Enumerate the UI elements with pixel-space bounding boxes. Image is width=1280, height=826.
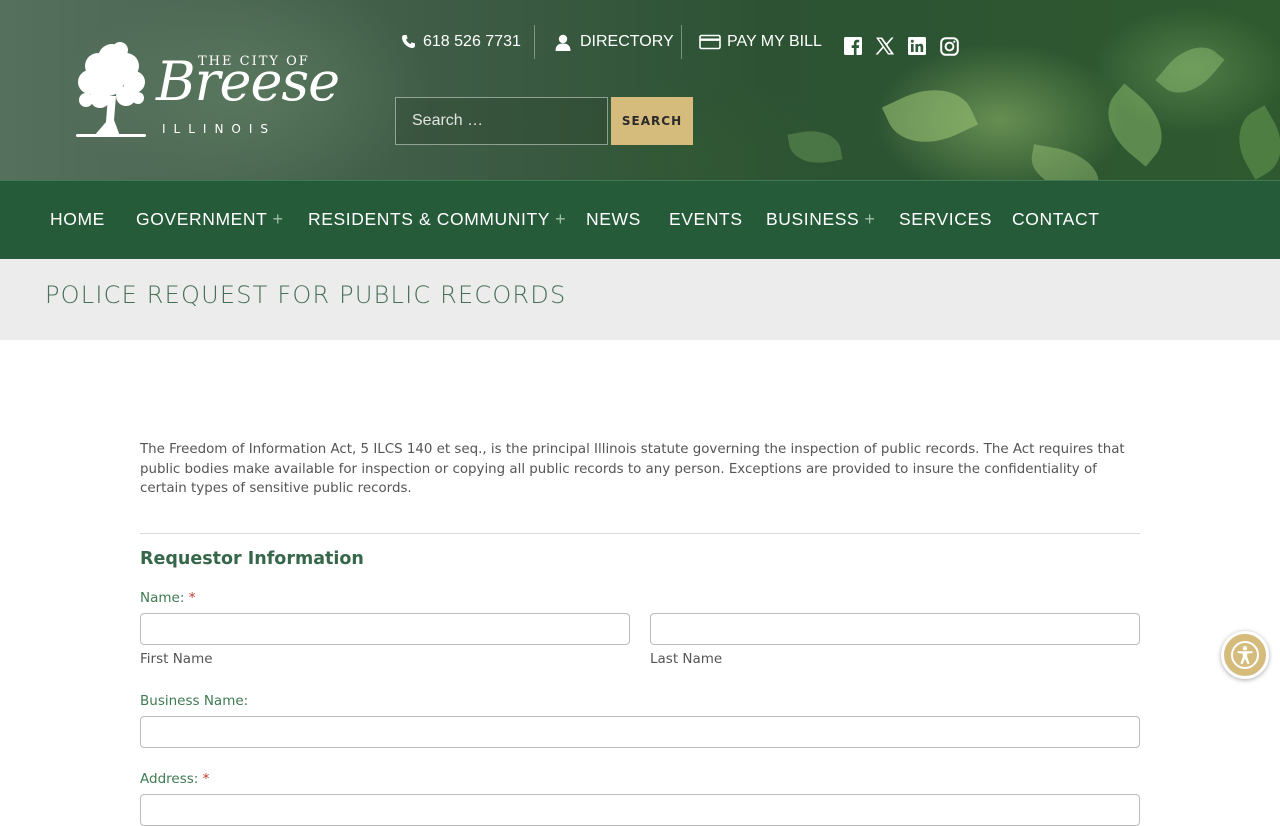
utility-divider [681, 25, 682, 59]
credit-card-icon [699, 32, 721, 52]
address-label: Address: * [140, 771, 209, 787]
nav-item-contact[interactable]: CONTACT [1012, 209, 1099, 230]
intro-paragraph: The Freedom of Information Act, 5 ILCS 1… [140, 442, 1125, 496]
site-header: THE CITY OF Breese ILLINOIS 618 526 7731… [0, 0, 1280, 180]
nav-item-business[interactable]: BUSINESS + [766, 209, 875, 230]
business-name-label-text: Business Name: [140, 693, 249, 709]
leaf-decoration [1092, 83, 1178, 167]
phone-icon [399, 32, 419, 52]
phone-number: 618 526 7731 [423, 33, 521, 50]
required-marker: * [188, 590, 196, 606]
address-label-text: Address: [140, 771, 199, 787]
facebook-icon[interactable] [843, 36, 863, 56]
accessibility-icon [1231, 641, 1259, 669]
nav-item-home[interactable]: HOME [50, 209, 105, 230]
business-name-label: Business Name: [140, 693, 248, 709]
x-icon[interactable] [875, 36, 895, 56]
submenu-plus-icon[interactable]: + [864, 209, 875, 229]
business-name-input[interactable] [140, 716, 1140, 748]
nav-item-label: NEWS [586, 209, 641, 229]
last-name-sublabel: Last Name [650, 651, 723, 667]
search-input[interactable] [395, 97, 608, 145]
nav-item-label: RESIDENTS & COMMUNITY [308, 209, 551, 229]
nav-item-residents-community[interactable]: RESIDENTS & COMMUNITY + [308, 209, 566, 230]
main-navigation: HOME GOVERNMENT + RESIDENTS & COMMUNITY + … [0, 180, 1280, 259]
nav-item-events[interactable]: EVENTS [669, 209, 743, 230]
required-marker: * [202, 771, 210, 787]
tree-logo-icon [76, 42, 146, 137]
submenu-plus-icon[interactable]: + [555, 209, 566, 229]
address-input[interactable] [140, 794, 1140, 826]
search-form: SEARCH [395, 97, 693, 145]
page-title-band: POLICE REQUEST FOR PUBLIC RECORDS [0, 259, 1280, 340]
nav-item-news[interactable]: NEWS [586, 209, 641, 230]
utility-divider [534, 25, 535, 59]
name-label-text: Name: [140, 590, 185, 606]
leaf-decoration [787, 125, 843, 169]
nav-item-services[interactable]: SERVICES [899, 209, 992, 230]
nav-item-label: BUSINESS [766, 209, 860, 229]
nav-item-government[interactable]: GOVERNMENT + [136, 209, 284, 230]
submenu-plus-icon[interactable]: + [272, 209, 283, 229]
section-title-requestor: Requestor Information [140, 549, 364, 569]
pay-bill-label: PAY MY BILL [727, 33, 822, 50]
nav-item-label: SERVICES [899, 209, 992, 229]
section-divider [140, 533, 1140, 534]
accessibility-button[interactable] [1221, 631, 1269, 679]
leaf-decoration [881, 73, 979, 159]
city-logo[interactable]: THE CITY OF Breese ILLINOIS [72, 36, 340, 140]
logo-state-text: ILLINOIS [162, 122, 277, 136]
nav-item-label: CONTACT [1012, 209, 1100, 229]
name-label: Name: * [140, 590, 195, 606]
phone-link[interactable]: 618 526 7731 [399, 24, 521, 60]
last-name-input[interactable] [650, 613, 1140, 645]
instagram-icon[interactable] [939, 36, 959, 56]
search-button[interactable]: SEARCH [611, 97, 693, 145]
pay-bill-link[interactable]: PAY MY BILL [699, 24, 822, 60]
leaf-decoration [1225, 105, 1280, 180]
leaf-decoration [1027, 144, 1103, 180]
nav-item-label: GOVERNMENT [136, 209, 268, 229]
first-name-sublabel: First Name [140, 651, 213, 667]
directory-label: DIRECTORY [580, 33, 674, 50]
directory-link[interactable]: DIRECTORY [553, 24, 674, 60]
leaf-decoration [1155, 34, 1225, 106]
logo-city-name: Breese [156, 50, 340, 113]
nav-item-label: EVENTS [669, 209, 743, 229]
nav-item-label: HOME [50, 209, 105, 229]
first-name-input[interactable] [140, 613, 630, 645]
linkedin-icon[interactable] [907, 36, 927, 56]
person-icon [553, 32, 573, 52]
page-title: POLICE REQUEST FOR PUBLIC RECORDS [45, 281, 567, 309]
